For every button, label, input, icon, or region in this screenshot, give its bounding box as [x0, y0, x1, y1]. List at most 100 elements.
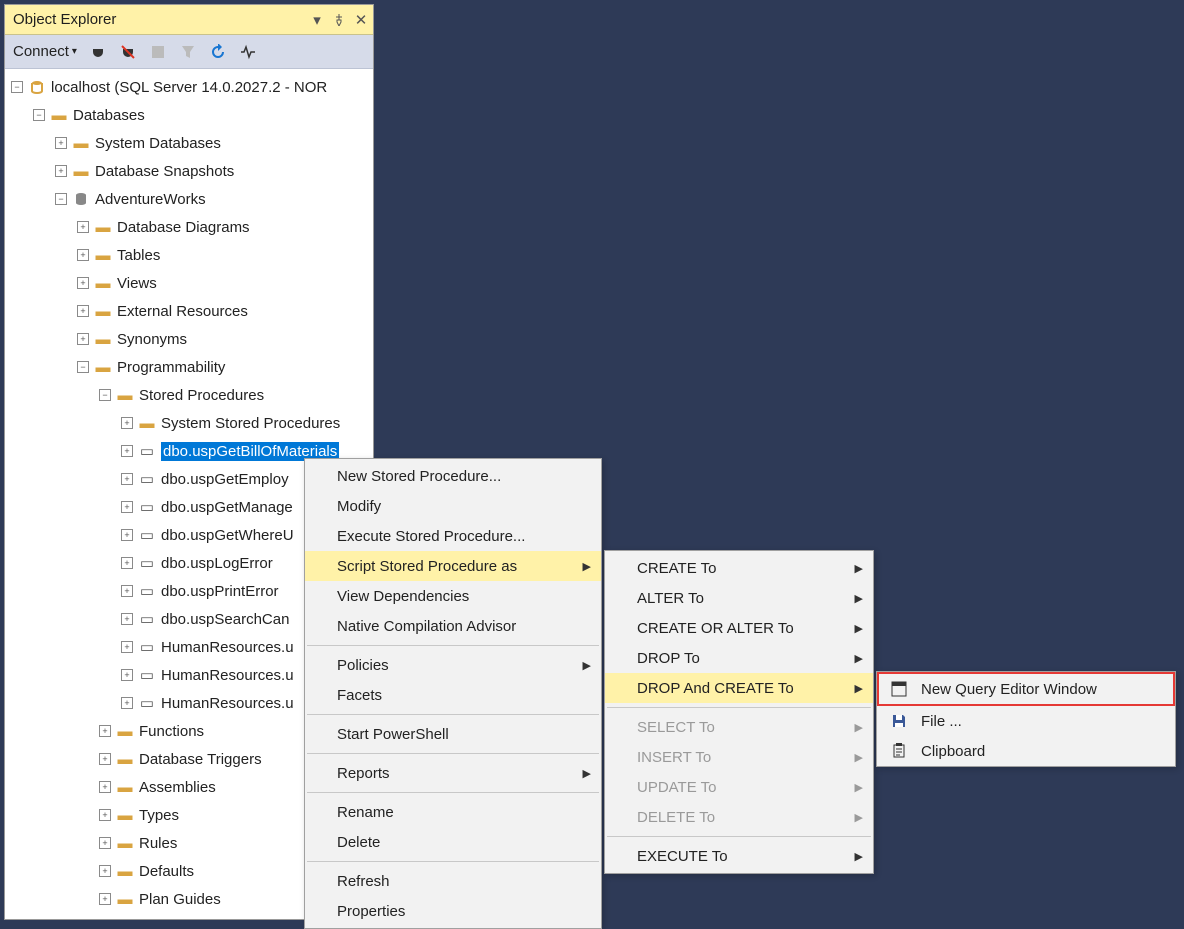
toggle-icon[interactable]: + [99, 837, 111, 849]
stored-procedure-icon: ▭ [139, 583, 155, 599]
refresh-icon[interactable] [209, 43, 227, 61]
tree-label: HumanResources.u [161, 667, 294, 684]
tree-storedproc[interactable]: −▬Stored Procedures [5, 381, 373, 409]
menu-facets[interactable]: Facets [305, 680, 601, 710]
tree-label: Database Triggers [139, 751, 262, 768]
menu-properties[interactable]: Properties [305, 896, 601, 926]
folder-icon: ▬ [95, 247, 111, 263]
menu-alter-to[interactable]: ALTER To▶ [605, 583, 873, 613]
pin-icon[interactable] [331, 12, 347, 28]
toggle-icon[interactable]: + [121, 501, 133, 513]
menu-reports[interactable]: Reports▶ [305, 758, 601, 788]
menu-view-dependencies[interactable]: View Dependencies [305, 581, 601, 611]
folder-icon: ▬ [117, 863, 133, 879]
toggle-icon[interactable]: + [121, 473, 133, 485]
menu-execute-stored-procedure[interactable]: Execute Stored Procedure... [305, 521, 601, 551]
tree-databases[interactable]: −▬Databases [5, 101, 373, 129]
toggle-icon[interactable]: + [121, 613, 133, 625]
menu-drop-to[interactable]: DROP To▶ [605, 643, 873, 673]
toggle-icon[interactable]: + [77, 249, 89, 261]
tree-server[interactable]: −localhost (SQL Server 14.0.2027.2 - NOR [5, 73, 373, 101]
stop-icon[interactable] [149, 43, 167, 61]
submenu-arrow-icon: ▶ [855, 850, 863, 863]
toggle-icon[interactable]: + [99, 781, 111, 793]
menu-file[interactable]: File ... [877, 706, 1175, 736]
menu-start-powershell[interactable]: Start PowerShell [305, 719, 601, 749]
submenu-arrow-icon: ▶ [583, 767, 591, 780]
tree-label: Functions [139, 723, 204, 740]
menu-create-or-alter-to[interactable]: CREATE OR ALTER To▶ [605, 613, 873, 643]
toggle-icon[interactable]: + [121, 697, 133, 709]
menu-label: New Stored Procedure... [337, 468, 501, 485]
tree-sysdb[interactable]: +▬System Databases [5, 129, 373, 157]
submenu-arrow-icon: ▶ [855, 682, 863, 695]
menu-execute-to[interactable]: EXECUTE To▶ [605, 841, 873, 871]
tree-prog[interactable]: −▬Programmability [5, 353, 373, 381]
menu-drop-and-create-to[interactable]: DROP And CREATE To▶ [605, 673, 873, 703]
tree-views[interactable]: +▬Views [5, 269, 373, 297]
stored-procedure-icon: ▭ [139, 499, 155, 515]
menu-new-stored-procedure[interactable]: New Stored Procedure... [305, 461, 601, 491]
toggle-icon[interactable]: − [55, 193, 67, 205]
menu-new-query-editor-window[interactable]: New Query Editor Window [879, 674, 1173, 704]
toggle-icon[interactable]: + [77, 305, 89, 317]
toggle-icon[interactable]: + [121, 641, 133, 653]
toggle-icon[interactable]: + [121, 529, 133, 541]
menu-clipboard[interactable]: Clipboard [877, 736, 1175, 766]
tree-tables[interactable]: +▬Tables [5, 241, 373, 269]
toggle-icon[interactable]: + [121, 445, 133, 457]
submenu-arrow-icon: ▶ [855, 751, 863, 764]
toggle-icon[interactable]: + [99, 753, 111, 765]
folder-icon: ▬ [73, 163, 89, 179]
folder-icon: ▬ [139, 415, 155, 431]
dropdown-icon[interactable]: ▾ [309, 12, 325, 28]
toggle-icon[interactable]: + [121, 417, 133, 429]
toggle-icon[interactable]: + [99, 809, 111, 821]
menu-script-stored-procedure-as[interactable]: Script Stored Procedure as▶ [305, 551, 601, 581]
tree-label: dbo.uspPrintError [161, 583, 279, 600]
tree-syssp[interactable]: +▬System Stored Procedures [5, 409, 373, 437]
toggle-icon[interactable]: + [121, 557, 133, 569]
tree-label: External Resources [117, 303, 248, 320]
toggle-icon[interactable]: + [55, 165, 67, 177]
database-icon [73, 191, 89, 207]
toggle-icon[interactable]: + [99, 893, 111, 905]
toggle-icon[interactable]: + [99, 865, 111, 877]
submenu-arrow-icon: ▶ [583, 560, 591, 573]
toggle-icon[interactable]: − [99, 389, 111, 401]
toggle-icon[interactable]: + [77, 333, 89, 345]
menu-modify[interactable]: Modify [305, 491, 601, 521]
activity-icon[interactable] [239, 43, 257, 61]
menu-create-to[interactable]: CREATE To▶ [605, 553, 873, 583]
filter-icon[interactable] [179, 43, 197, 61]
tree-label: dbo.uspSearchCan [161, 611, 289, 628]
menu-label: Policies [337, 657, 389, 674]
context-submenu-target: New Query Editor Window File ... Clipboa… [876, 671, 1176, 767]
toggle-icon[interactable]: + [121, 585, 133, 597]
toggle-icon[interactable]: + [99, 725, 111, 737]
toggle-icon[interactable]: − [77, 361, 89, 373]
menu-label: Execute Stored Procedure... [337, 528, 525, 545]
menu-rename[interactable]: Rename [305, 797, 601, 827]
tree-label: HumanResources.u [161, 695, 294, 712]
toggle-icon[interactable]: − [33, 109, 45, 121]
plug-connect-icon[interactable] [89, 43, 107, 61]
menu-native-compilation-advisor[interactable]: Native Compilation Advisor [305, 611, 601, 641]
menu-delete[interactable]: Delete [305, 827, 601, 857]
tree-dbsnap[interactable]: +▬Database Snapshots [5, 157, 373, 185]
tree-label: Database Diagrams [117, 219, 250, 236]
close-icon[interactable]: ✕ [353, 12, 369, 28]
tree-extres[interactable]: +▬External Resources [5, 297, 373, 325]
toggle-icon[interactable]: + [55, 137, 67, 149]
menu-refresh[interactable]: Refresh [305, 866, 601, 896]
toggle-icon[interactable]: + [77, 221, 89, 233]
connect-button[interactable]: Connect ▾ [13, 43, 77, 60]
plug-disconnect-icon[interactable] [119, 43, 137, 61]
tree-advworks[interactable]: −AdventureWorks [5, 185, 373, 213]
toggle-icon[interactable]: + [121, 669, 133, 681]
tree-syn[interactable]: +▬Synonyms [5, 325, 373, 353]
menu-policies[interactable]: Policies▶ [305, 650, 601, 680]
tree-dbdiag[interactable]: +▬Database Diagrams [5, 213, 373, 241]
toggle-icon[interactable]: + [77, 277, 89, 289]
toggle-icon[interactable]: − [11, 81, 23, 93]
